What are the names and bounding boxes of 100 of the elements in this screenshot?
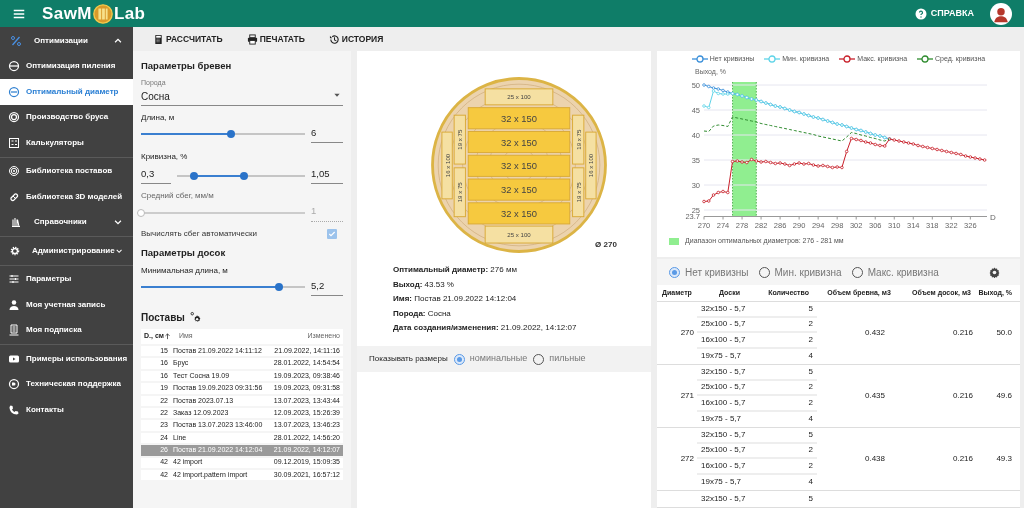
sidebar-item[interactable]: Калькуляторы (0, 130, 133, 156)
table-cell: 2 (808, 444, 813, 457)
history-icon (328, 33, 340, 45)
table-cell-text: 0.216 (951, 453, 973, 465)
log-emblem-icon (91, 2, 114, 25)
sidebar-item[interactable]: Примеры использования (0, 346, 133, 372)
value-field[interactable]: 5,2 (311, 278, 343, 296)
printer-icon (246, 33, 258, 45)
diameter-label: Ø 270 (595, 239, 617, 251)
legend-line-icon (839, 55, 856, 63)
field-label: Средний сбег, мм/м (141, 190, 215, 203)
table-cell-text: 49.3 (995, 453, 1013, 465)
radio-option[interactable]: номинальные (453, 352, 528, 366)
table-cell-text: 50.0 (995, 327, 1013, 339)
sidebar-item[interactable]: Параметры (0, 266, 133, 292)
settings-icon (989, 266, 1000, 278)
calculator-icon (153, 33, 164, 45)
info-line: Порода: Сосна (393, 308, 452, 318)
table-cell: 4 (808, 476, 813, 489)
table-cell: 2 (808, 459, 813, 472)
table-cell: 2 (808, 381, 813, 394)
table-cell: 2 (808, 333, 813, 346)
sidebar-item-icon (8, 60, 20, 73)
section-title: Параметры досок (141, 245, 227, 260)
sidebar-item[interactable]: Администрирование (0, 238, 133, 264)
board: 32 x 150 (467, 178, 571, 201)
value-field[interactable]: 0,3 (141, 167, 171, 185)
board: 32 x 150 (467, 107, 571, 130)
section-title: Параметры бревен (141, 59, 233, 73)
table-cell: 2 (808, 318, 813, 331)
value-field[interactable]: 6 (311, 125, 343, 143)
table-cell-text: 19x75 - 5,7 (701, 413, 743, 426)
sidebar-item-icon (8, 378, 20, 391)
radio-option[interactable]: пильные (533, 352, 586, 366)
sidebar-item-icon (8, 403, 20, 416)
table-cell-text: 32x150 - 5,7 (701, 428, 747, 441)
user-avatar[interactable] (990, 2, 1012, 25)
slider-thumb[interactable] (189, 171, 198, 180)
table-cell-text: 0.438 (863, 453, 886, 465)
radio-option[interactable]: Мин. кривизна (758, 264, 842, 280)
sidebar-item[interactable]: Производство бруса (0, 104, 133, 130)
help-button[interactable]: СПРАВКА (914, 6, 974, 21)
table-cell-text: 25x100 - 5,7 (701, 381, 747, 394)
radio-option[interactable]: Макс. кривизна (851, 264, 939, 280)
slider-thumb[interactable] (227, 130, 236, 139)
legend-line-icon (917, 55, 934, 63)
table-cell-text: 49.6 (995, 390, 1013, 402)
table-cell-text: 19x75 - 5,7 (701, 350, 743, 363)
table-cell-text: 16x100 - 5,7 (701, 333, 747, 346)
table-cell-text: 32x150 - 5,7 (701, 492, 747, 505)
radio-option[interactable]: Нет кривизны (669, 264, 749, 280)
sidebar-item[interactable]: Моя учетная запись (0, 292, 133, 318)
table-cell-text: 272 (679, 453, 695, 465)
table-cell: 4 (808, 413, 813, 426)
toolbar-button[interactable]: ПЕЧАТАТЬ (246, 32, 305, 46)
sidebar-item[interactable]: Оптимальный диаметр (0, 79, 133, 105)
table-cell: 5 (808, 492, 813, 505)
sidebar-item-icon (10, 244, 20, 257)
table-cell-text: 270 (679, 327, 695, 339)
checkbox-label: Вычислять сбег автоматически (141, 227, 257, 240)
axis-title: D (990, 212, 996, 222)
section-title: Поставы (141, 311, 185, 325)
sidebar-item[interactable]: Библиотека поставов (0, 158, 133, 184)
sidebar-item-icon (8, 324, 20, 337)
board: 32 x 150 (467, 130, 571, 154)
sidebar-item-icon (8, 298, 20, 311)
slider-thumb[interactable] (274, 283, 283, 292)
value-field: 1 (311, 204, 343, 222)
sidebar-item-icon (8, 190, 20, 203)
slider-thumb[interactable] (239, 171, 248, 180)
table-cell-text: 25x100 - 5,7 (701, 444, 747, 457)
legend-line-icon (691, 55, 708, 63)
sidebar-item[interactable]: Техническая поддержка (0, 371, 133, 397)
sidebar-item-icon (8, 273, 20, 286)
settings-icon (188, 311, 202, 324)
field-label: Длина, м (141, 111, 176, 124)
legend-line-icon (764, 55, 781, 63)
info-line: Оптимальный диаметр: 276 мм (393, 265, 518, 275)
toolbar-button[interactable]: ИСТОРИЯ (328, 32, 384, 46)
sidebar-item[interactable]: Моя подписка (0, 317, 133, 343)
app-logo: SawM Lab (42, 1, 146, 27)
toolbar-button[interactable]: РАССЧИТАТЬ (153, 32, 223, 46)
sidebar-item[interactable]: Оптимизации (0, 28, 133, 54)
radio-icon[interactable] (669, 266, 680, 278)
sidebar-item[interactable]: Оптимизация пиления (0, 53, 133, 79)
sidebar-item-icon (10, 34, 22, 47)
radio-icon[interactable] (453, 353, 465, 365)
value-field[interactable]: 1,05 (311, 167, 343, 185)
table-cell-text: 32x150 - 5,7 (701, 302, 747, 315)
sidebar-item[interactable]: Справочники (0, 209, 133, 235)
field-label: Показывать размеры (369, 353, 448, 365)
field-label: Кривизна, % (141, 151, 189, 163)
sort-up-icon (163, 333, 171, 340)
table-cell-text: 16x100 - 5,7 (701, 396, 747, 409)
sidebar-item[interactable]: Библиотека 3D моделей (0, 184, 133, 210)
sidebar-item-icon (8, 85, 20, 98)
field-label: Минимальная длина, м (141, 264, 229, 277)
table-cell-text: 271 (679, 390, 695, 402)
sidebar-item[interactable]: Контакты (0, 397, 133, 423)
sidebar-item-icon (8, 111, 20, 124)
